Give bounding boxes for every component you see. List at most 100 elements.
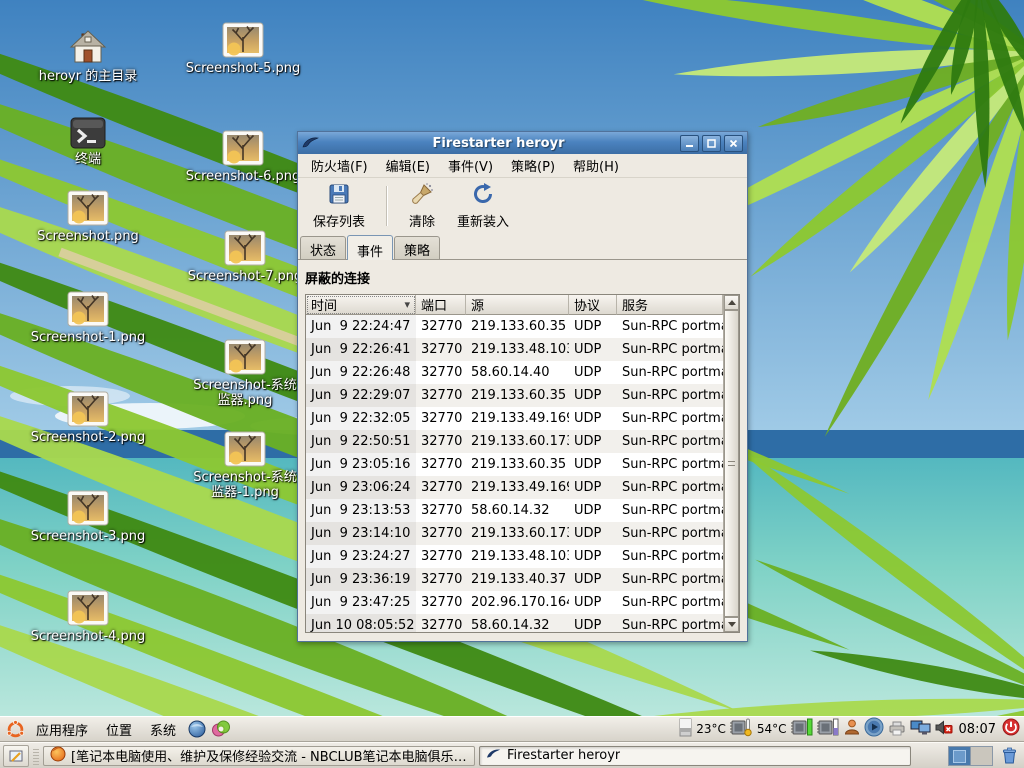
table-row[interactable]: Jun 9 23:47:2532770202.96.170.164UDPSun-…	[306, 591, 723, 614]
desktop-icon-9[interactable]: Screenshot-系统监器-1.png	[187, 427, 303, 500]
table-cell: 32770	[416, 365, 466, 380]
chip-thermometer-icon[interactable]	[730, 717, 753, 741]
scroll-up-button[interactable]	[724, 295, 739, 310]
table-cell: Jun 9 22:29:07	[306, 384, 416, 407]
user-applet-icon[interactable]	[843, 718, 861, 740]
toolbar-separator	[386, 186, 388, 226]
desktop-icon-10[interactable]: Screenshot-3.png	[30, 486, 146, 545]
trash-applet[interactable]	[997, 746, 1021, 765]
table-cell: Sun-RPC portmap	[617, 319, 723, 334]
save-icon	[327, 182, 351, 210]
menu-events[interactable]: 事件(V)	[439, 154, 502, 177]
table-row[interactable]: Jun 9 23:06:2432770219.133.49.169UDPSun-…	[306, 476, 723, 499]
table-cell: UDP	[569, 457, 617, 472]
maximize-button[interactable]	[702, 135, 721, 152]
reload-button[interactable]: 重新装入	[448, 179, 518, 233]
table-row[interactable]: Jun 9 22:50:5132770219.133.60.173UDPSun-…	[306, 430, 723, 453]
desktop-icon-0[interactable]: heroyr 的主目录	[30, 26, 146, 85]
column-header-time[interactable]: 时间 ▾	[306, 295, 416, 315]
desktop-icon-11[interactable]: Screenshot-4.png	[30, 586, 146, 645]
network-monitor-icon[interactable]	[910, 719, 931, 740]
graphics-launcher-icon[interactable]	[210, 718, 232, 740]
table-row[interactable]: Jun 9 22:26:4132770219.133.48.103UDPSun-…	[306, 338, 723, 361]
minimize-button[interactable]	[680, 135, 699, 152]
table-row[interactable]: Jun 9 23:14:1032770219.133.60.173UDPSun-…	[306, 522, 723, 545]
desktop-icon-1[interactable]: Screenshot-5.png	[185, 18, 301, 77]
vertical-scrollbar[interactable]	[723, 295, 739, 632]
desktop-icon-3[interactable]: Screenshot-6.png	[185, 126, 301, 185]
desktop-icon-4[interactable]: Screenshot.png	[30, 186, 146, 245]
ubuntu-menu-icon[interactable]	[4, 718, 26, 740]
table-cell: Sun-RPC portmap	[617, 503, 723, 518]
save-list-button[interactable]: 保存列表	[304, 179, 374, 233]
menu-policy[interactable]: 策略(P)	[502, 154, 564, 177]
column-header-service[interactable]: 服务	[617, 295, 723, 315]
table-row[interactable]: Jun 9 22:32:0532770219.133.49.169UDPSun-…	[306, 407, 723, 430]
menu-edit[interactable]: 编辑(E)	[377, 154, 439, 177]
desktop-icon-label: heroyr 的主目录	[30, 70, 146, 85]
events-table: 时间 ▾ 端口 源 协议 服务 Jun 9 22:24:4732770219.1…	[305, 294, 740, 633]
terminal-icon	[68, 115, 108, 151]
home-icon	[68, 28, 108, 68]
applications-menu[interactable]: 应用程序	[28, 717, 96, 742]
power-button-icon[interactable]	[1002, 718, 1020, 740]
table-cell: UDP	[569, 388, 617, 403]
chip-cpu-usage-icon[interactable]	[791, 717, 814, 741]
desktop: heroyr 的主目录 Screenshot-5.png 终端 Screenshot-…	[0, 0, 1024, 768]
desktop-icon-7[interactable]: Screenshot-系统监器.png	[187, 335, 303, 408]
firestarter-icon	[302, 135, 320, 151]
taskbar-button-firestarter[interactable]: Firestarter heroyr	[479, 746, 911, 766]
desktop-icon-6[interactable]: Screenshot-1.png	[30, 287, 146, 346]
desktop-icon-5[interactable]: Screenshot-7.png	[187, 226, 303, 285]
table-cell: UDP	[569, 480, 617, 495]
panel-drag-handle[interactable]	[33, 747, 39, 765]
scroll-down-button[interactable]	[724, 617, 739, 632]
table-row[interactable]: Jun 9 23:05:1632770219.133.60.35UDPSun-R…	[306, 453, 723, 476]
close-button[interactable]	[724, 135, 743, 152]
column-header-protocol[interactable]: 协议	[569, 295, 617, 315]
column-header-source[interactable]: 源	[466, 295, 569, 315]
table-cell: Sun-RPC portmap	[617, 595, 723, 610]
menu-firewall[interactable]: 防火墙(F)	[302, 154, 377, 177]
gnome-panel: 应用程序 位置 系统 23°C 54°C	[0, 716, 1024, 742]
tab-policy[interactable]: 策略	[394, 236, 440, 259]
media-player-icon[interactable]	[864, 717, 884, 741]
table-row[interactable]: Jun 10 08:05:523277058.60.14.32UDPSun-RP…	[306, 614, 723, 632]
tab-status[interactable]: 状态	[300, 236, 346, 259]
desktop-icon-2[interactable]: 终端	[30, 109, 146, 168]
table-row[interactable]: Jun 9 23:36:1932770219.133.40.37UDPSun-R…	[306, 568, 723, 591]
printer-icon[interactable]	[887, 719, 907, 740]
table-cell: 58.60.14.32	[466, 618, 569, 632]
cpufreq-applet-icon[interactable]	[679, 718, 692, 741]
scrollbar-thumb[interactable]	[724, 310, 739, 617]
tab-events[interactable]: 事件	[347, 235, 393, 260]
table-row[interactable]: Jun 9 22:26:483277058.60.14.40UDPSun-RPC…	[306, 361, 723, 384]
titlebar[interactable]: Firestarter heroyr	[298, 132, 747, 154]
menu-help[interactable]: 帮助(H)	[564, 154, 628, 177]
show-desktop-button[interactable]	[3, 745, 29, 767]
browser-launcher-icon[interactable]	[186, 718, 208, 740]
table-header-row: 时间 ▾ 端口 源 协议 服务	[306, 295, 723, 315]
table-row[interactable]: Jun 9 22:24:4732770219.133.60.35UDPSun-R…	[306, 315, 723, 338]
system-menu[interactable]: 系统	[142, 717, 184, 742]
table-row[interactable]: Jun 9 22:29:0732770219.133.60.35UDPSun-R…	[306, 384, 723, 407]
places-menu[interactable]: 位置	[98, 717, 140, 742]
firefox-icon	[50, 746, 66, 766]
image-file-icon	[221, 20, 265, 60]
clear-button[interactable]: 清除	[400, 179, 444, 233]
workspace-2[interactable]	[971, 747, 992, 765]
table-cell: Sun-RPC portmap	[617, 457, 723, 472]
volume-muted-icon[interactable]	[934, 719, 953, 740]
table-cell: 219.133.60.173	[466, 526, 569, 541]
table-cell: 32770	[416, 434, 466, 449]
table-row[interactable]: Jun 9 23:13:533277058.60.14.32UDPSun-RPC…	[306, 499, 723, 522]
workspace-1[interactable]	[949, 747, 971, 765]
taskbar-button-firefox[interactable]: [笔记本电脑使用、维护及保修经验交流 - NBCLUB笔记本电脑俱乐部…	[43, 746, 475, 766]
clock-label[interactable]: 08:07	[956, 722, 999, 737]
column-header-port[interactable]: 端口	[416, 295, 466, 315]
desktop-icon-8[interactable]: Screenshot-2.png	[30, 387, 146, 446]
table-cell: Sun-RPC portmap	[617, 434, 723, 449]
chip-memory-icon[interactable]	[817, 717, 840, 741]
table-row[interactable]: Jun 9 23:24:2732770219.133.48.103UDPSun-…	[306, 545, 723, 568]
table-cell: 219.133.48.103	[466, 549, 569, 564]
